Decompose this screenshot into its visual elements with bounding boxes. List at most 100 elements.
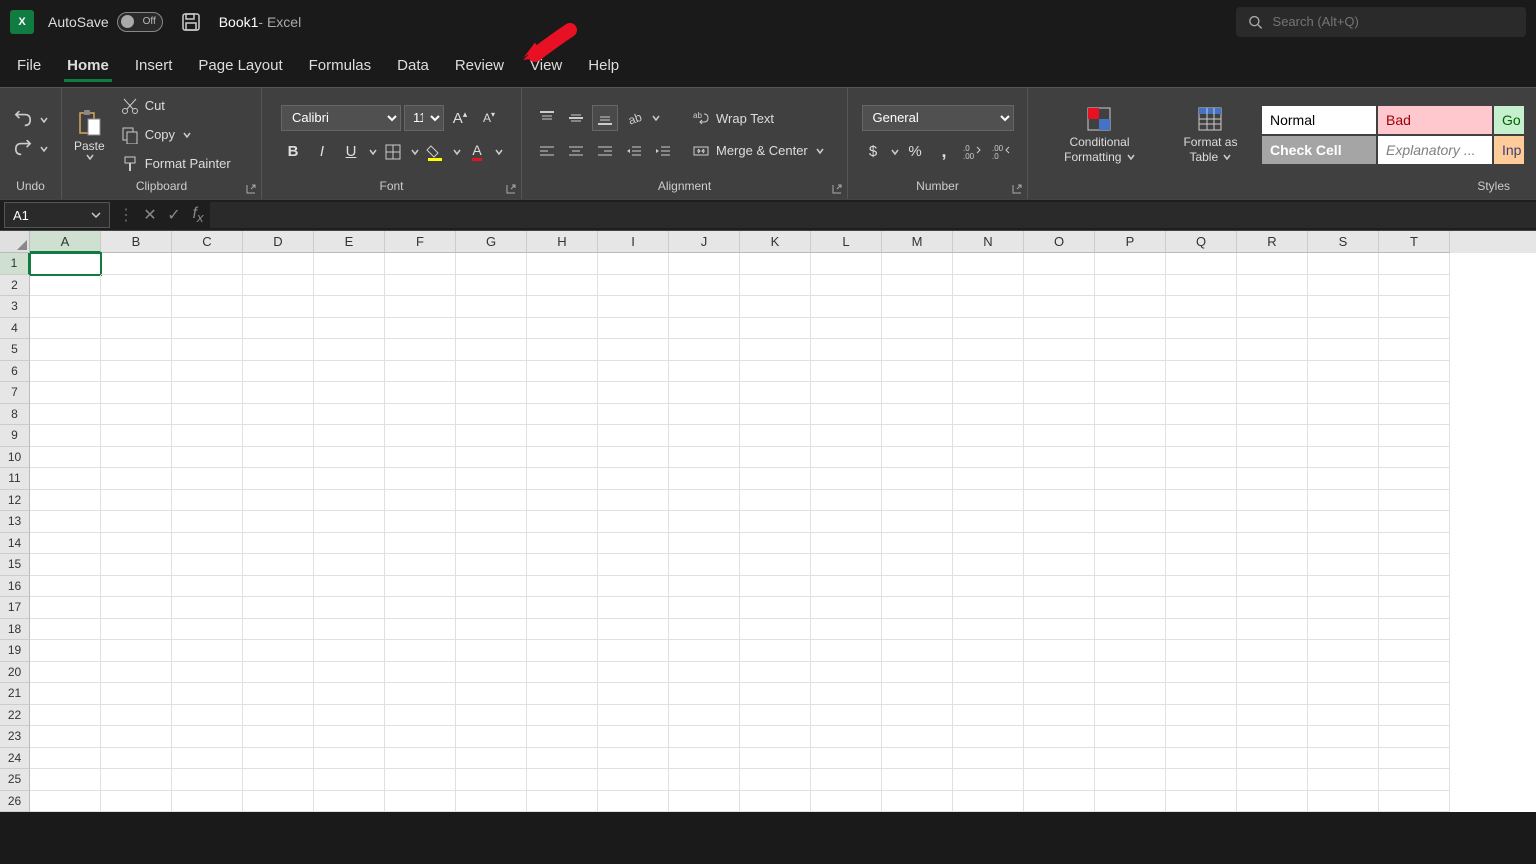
- column-header[interactable]: N: [953, 231, 1024, 253]
- cell[interactable]: [953, 361, 1024, 383]
- cell[interactable]: [669, 726, 740, 748]
- cell[interactable]: [1095, 511, 1166, 533]
- cell[interactable]: [1095, 382, 1166, 404]
- cell[interactable]: [1095, 576, 1166, 598]
- cell[interactable]: [811, 253, 882, 275]
- cell[interactable]: [243, 533, 314, 555]
- dialog-launcher-icon[interactable]: [505, 183, 517, 195]
- cell[interactable]: [243, 490, 314, 512]
- cell[interactable]: [811, 554, 882, 576]
- cell[interactable]: [953, 296, 1024, 318]
- cell[interactable]: [1379, 640, 1450, 662]
- row-header[interactable]: 3: [0, 296, 30, 318]
- cell[interactable]: [598, 253, 669, 275]
- cell[interactable]: [172, 705, 243, 727]
- cell[interactable]: [1237, 404, 1308, 426]
- column-header[interactable]: G: [456, 231, 527, 253]
- row-header[interactable]: 8: [0, 404, 30, 426]
- cell[interactable]: [1379, 705, 1450, 727]
- cell[interactable]: [882, 253, 953, 275]
- cell[interactable]: [598, 683, 669, 705]
- cell[interactable]: [1024, 533, 1095, 555]
- cell[interactable]: [1024, 576, 1095, 598]
- cell[interactable]: [1095, 619, 1166, 641]
- cell[interactable]: [811, 425, 882, 447]
- cell[interactable]: [1024, 726, 1095, 748]
- search-box[interactable]: [1236, 7, 1526, 37]
- cell[interactable]: [1237, 468, 1308, 490]
- cell[interactable]: [1237, 382, 1308, 404]
- cell[interactable]: [385, 275, 456, 297]
- italic-button[interactable]: I: [309, 139, 335, 165]
- cell[interactable]: [1308, 705, 1379, 727]
- cell[interactable]: [669, 554, 740, 576]
- cell[interactable]: [953, 490, 1024, 512]
- cell[interactable]: [882, 404, 953, 426]
- font-color-button[interactable]: A: [464, 139, 490, 165]
- cell[interactable]: [811, 382, 882, 404]
- cell[interactable]: [243, 769, 314, 791]
- cell[interactable]: [740, 253, 811, 275]
- cell[interactable]: [669, 533, 740, 555]
- cell[interactable]: [1024, 404, 1095, 426]
- cell[interactable]: [385, 339, 456, 361]
- name-box[interactable]: A1: [4, 202, 110, 228]
- cell[interactable]: [1024, 640, 1095, 662]
- cell[interactable]: [30, 339, 101, 361]
- cell[interactable]: [1379, 791, 1450, 813]
- cell[interactable]: [527, 726, 598, 748]
- dialog-launcher-icon[interactable]: [1011, 183, 1023, 195]
- cell[interactable]: [527, 597, 598, 619]
- cell[interactable]: [1237, 640, 1308, 662]
- cell[interactable]: [882, 318, 953, 340]
- cell[interactable]: [101, 253, 172, 275]
- cell[interactable]: [811, 468, 882, 490]
- cell[interactable]: [456, 275, 527, 297]
- cell[interactable]: [101, 425, 172, 447]
- cell[interactable]: [1095, 791, 1166, 813]
- cell[interactable]: [172, 726, 243, 748]
- cell[interactable]: [669, 447, 740, 469]
- cell[interactable]: [953, 597, 1024, 619]
- tab-review[interactable]: Review: [442, 49, 517, 82]
- style-good[interactable]: Go: [1494, 106, 1524, 134]
- cell[interactable]: [882, 425, 953, 447]
- align-center-button[interactable]: [563, 139, 589, 165]
- cell[interactable]: [1024, 447, 1095, 469]
- cell[interactable]: [385, 447, 456, 469]
- cell[interactable]: [101, 705, 172, 727]
- cell[interactable]: [30, 619, 101, 641]
- cell[interactable]: [1308, 683, 1379, 705]
- cell[interactable]: [385, 640, 456, 662]
- cell[interactable]: [1095, 640, 1166, 662]
- cell[interactable]: [811, 619, 882, 641]
- cell[interactable]: [456, 576, 527, 598]
- cell[interactable]: [811, 726, 882, 748]
- cell[interactable]: [1237, 253, 1308, 275]
- comma-format-button[interactable]: ,: [931, 139, 957, 165]
- cell[interactable]: [527, 425, 598, 447]
- cell[interactable]: [172, 490, 243, 512]
- cell[interactable]: [953, 791, 1024, 813]
- cell[interactable]: [598, 769, 669, 791]
- cell[interactable]: [811, 361, 882, 383]
- cell[interactable]: [101, 468, 172, 490]
- tab-file[interactable]: File: [4, 49, 54, 82]
- cell[interactable]: [385, 533, 456, 555]
- cell[interactable]: [101, 597, 172, 619]
- cell[interactable]: [882, 296, 953, 318]
- cell[interactable]: [811, 683, 882, 705]
- cell[interactable]: [740, 576, 811, 598]
- cell[interactable]: [1024, 339, 1095, 361]
- cell[interactable]: [172, 361, 243, 383]
- column-header[interactable]: J: [669, 231, 740, 253]
- cell[interactable]: [314, 769, 385, 791]
- cell[interactable]: [882, 662, 953, 684]
- cell[interactable]: [527, 683, 598, 705]
- cell[interactable]: [1095, 425, 1166, 447]
- number-format-select[interactable]: General: [862, 105, 1014, 131]
- cell[interactable]: [1095, 361, 1166, 383]
- cell[interactable]: [953, 447, 1024, 469]
- format-as-table-button[interactable]: Format as Table: [1165, 101, 1256, 168]
- cell[interactable]: [527, 662, 598, 684]
